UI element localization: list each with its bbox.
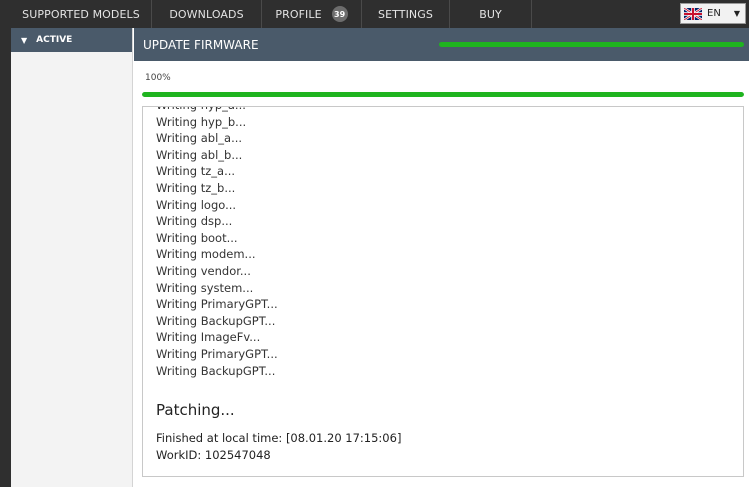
log-line: Writing abl_a... bbox=[156, 131, 243, 146]
profile-count-badge: 39 bbox=[331, 6, 348, 22]
progress-bar bbox=[142, 92, 744, 97]
sidebar-item-label: ACTIVE bbox=[36, 35, 73, 45]
status-text: Patching... bbox=[156, 401, 235, 419]
nav-buy[interactable]: BUY bbox=[450, 0, 532, 28]
header-progress-bar bbox=[439, 42, 744, 47]
top-navigation: SUPPORTED MODELS DOWNLOADS PROFILE 39 SE… bbox=[11, 0, 749, 28]
log-line: Writing vendor... bbox=[156, 263, 251, 278]
log-line: Writing PrimaryGPT... bbox=[156, 297, 278, 312]
log-line: Writing ImageFv... bbox=[156, 330, 261, 345]
log-line: Writing modem... bbox=[156, 247, 256, 262]
log-line: Writing abl_b... bbox=[156, 147, 243, 162]
panel-title: UPDATE FIRMWARE bbox=[143, 37, 259, 52]
nav-label: BUY bbox=[479, 7, 502, 21]
sidebar-item-active[interactable]: ▼ ACTIVE bbox=[11, 28, 132, 52]
nav-downloads[interactable]: DOWNLOADS bbox=[152, 0, 262, 28]
log-line: Writing system... bbox=[156, 280, 254, 295]
language-code: EN bbox=[707, 8, 721, 19]
log-line: Writing tz_a... bbox=[156, 164, 236, 179]
main-panel: UPDATE FIRMWARE 100% Writing hyp_a...Wri… bbox=[134, 28, 749, 487]
nav-profile[interactable]: PROFILE 39 bbox=[262, 0, 362, 28]
sidebar: ▼ ACTIVE bbox=[11, 28, 133, 487]
log-line: Writing PrimaryGPT... bbox=[156, 346, 278, 361]
nav-supported-models[interactable]: SUPPORTED MODELS bbox=[11, 0, 152, 28]
language-selector[interactable]: EN ▼ bbox=[680, 3, 746, 24]
log-line: Writing BackupGPT... bbox=[156, 363, 276, 378]
log-output[interactable]: Writing hyp_a...Writing hyp_b... Writing … bbox=[142, 106, 744, 477]
log-line: Writing logo... bbox=[156, 197, 237, 212]
log-line: Writing tz_b... bbox=[156, 180, 236, 195]
log-line: Writing dsp... bbox=[156, 214, 233, 229]
panel-header: UPDATE FIRMWARE bbox=[134, 28, 749, 61]
nav-label: SUPPORTED MODELS bbox=[22, 7, 140, 21]
chevron-down-icon: ▼ bbox=[733, 9, 740, 18]
log-line: Writing hyp_a... bbox=[156, 107, 736, 114]
window-left-edge bbox=[0, 0, 11, 487]
nav-label: DOWNLOADS bbox=[169, 7, 244, 21]
nav-label: SETTINGS bbox=[378, 7, 433, 21]
work-id: WorkID: 102547048 bbox=[156, 448, 271, 462]
nav-label: PROFILE bbox=[275, 7, 322, 21]
uk-flag-icon bbox=[684, 7, 702, 20]
finished-time: Finished at local time: [08.01.20 17:15:… bbox=[156, 431, 402, 445]
log-line: Writing boot... bbox=[156, 230, 238, 245]
nav-settings[interactable]: SETTINGS bbox=[362, 0, 450, 28]
log-lines: Writing hyp_a...Writing hyp_b... Writing … bbox=[156, 107, 736, 379]
progress-percent: 100% bbox=[145, 73, 171, 83]
log-line: Writing hyp_b... bbox=[156, 114, 247, 129]
log-line: Writing BackupGPT... bbox=[156, 313, 276, 328]
progress-bar-fill bbox=[142, 92, 744, 97]
triangle-down-icon: ▼ bbox=[21, 35, 28, 45]
